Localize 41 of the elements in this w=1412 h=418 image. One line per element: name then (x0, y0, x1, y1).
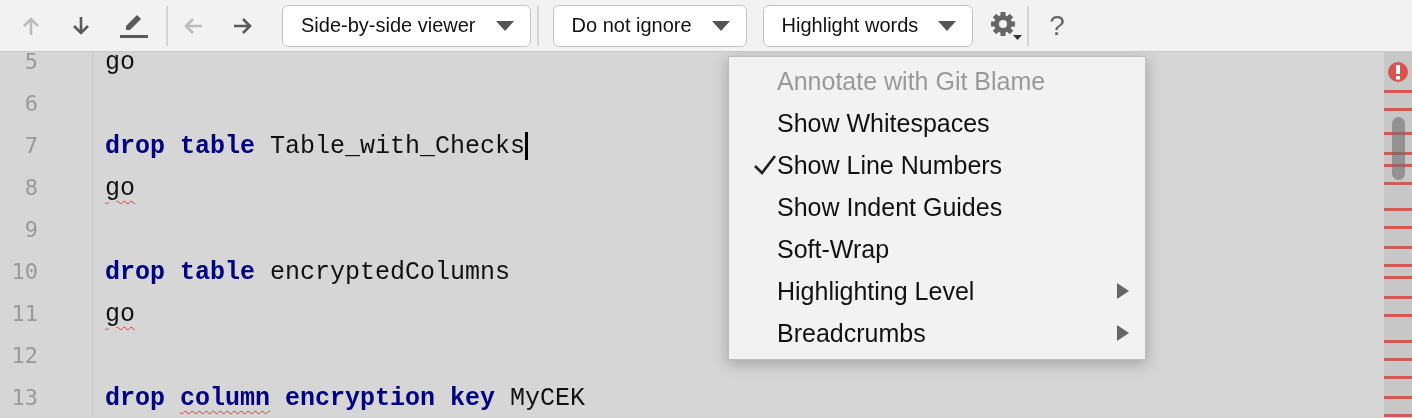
menu-item[interactable]: Breadcrumbs (729, 312, 1145, 354)
line-number: 7 (23, 132, 38, 160)
line-number: 10 (10, 258, 38, 286)
code-keyword: table (180, 131, 256, 161)
dropdown[interactable]: Highlight words (762, 4, 974, 47)
caret-icon (711, 20, 730, 31)
code-text: MyCEK (510, 383, 586, 413)
code-text: go (105, 173, 135, 203)
code-keyword: encryption (285, 383, 436, 413)
code-text: go (105, 52, 135, 77)
code-keyword: drop (105, 257, 165, 287)
code-keyword: table (180, 257, 256, 287)
line-number: 9 (23, 216, 38, 244)
dropdown[interactable]: Side-by-side viewer (282, 4, 531, 47)
code-text: go (105, 299, 135, 329)
line-number: 13 (10, 384, 38, 412)
menu-item[interactable]: Show Whitespaces (729, 102, 1145, 144)
menu-item[interactable]: Soft-Wrap (729, 228, 1145, 270)
caret-icon (495, 20, 514, 31)
code-keyword: key (450, 383, 496, 413)
code-keyword: drop (105, 131, 165, 161)
menu-item[interactable]: Highlighting Level (729, 270, 1145, 312)
scrollbar-thumb[interactable] (1392, 117, 1405, 180)
caret-icon (938, 20, 957, 31)
line-number: 11 (10, 300, 38, 328)
line-number: 6 (23, 90, 38, 118)
down-arrow-icon[interactable] (70, 14, 92, 37)
line-number: 8 (23, 174, 38, 202)
code-keyword: drop (105, 383, 165, 413)
code-text: Table_with_Checks (270, 131, 526, 161)
menu-item[interactable]: Show Indent Guides (729, 186, 1145, 228)
code-text: encryptedColumns (270, 257, 511, 287)
settings-icon[interactable] (989, 10, 1024, 41)
error-icon (1387, 61, 1409, 83)
help-button[interactable]: ? (1043, 9, 1071, 42)
dropdown[interactable]: Do not ignore (552, 4, 747, 47)
code-keyword: column (180, 383, 271, 413)
line-number: 12 (10, 342, 38, 370)
edit-icon[interactable] (120, 12, 148, 39)
line-number: 5 (23, 52, 38, 76)
menu-item[interactable]: Show Line Numbers (729, 144, 1145, 186)
